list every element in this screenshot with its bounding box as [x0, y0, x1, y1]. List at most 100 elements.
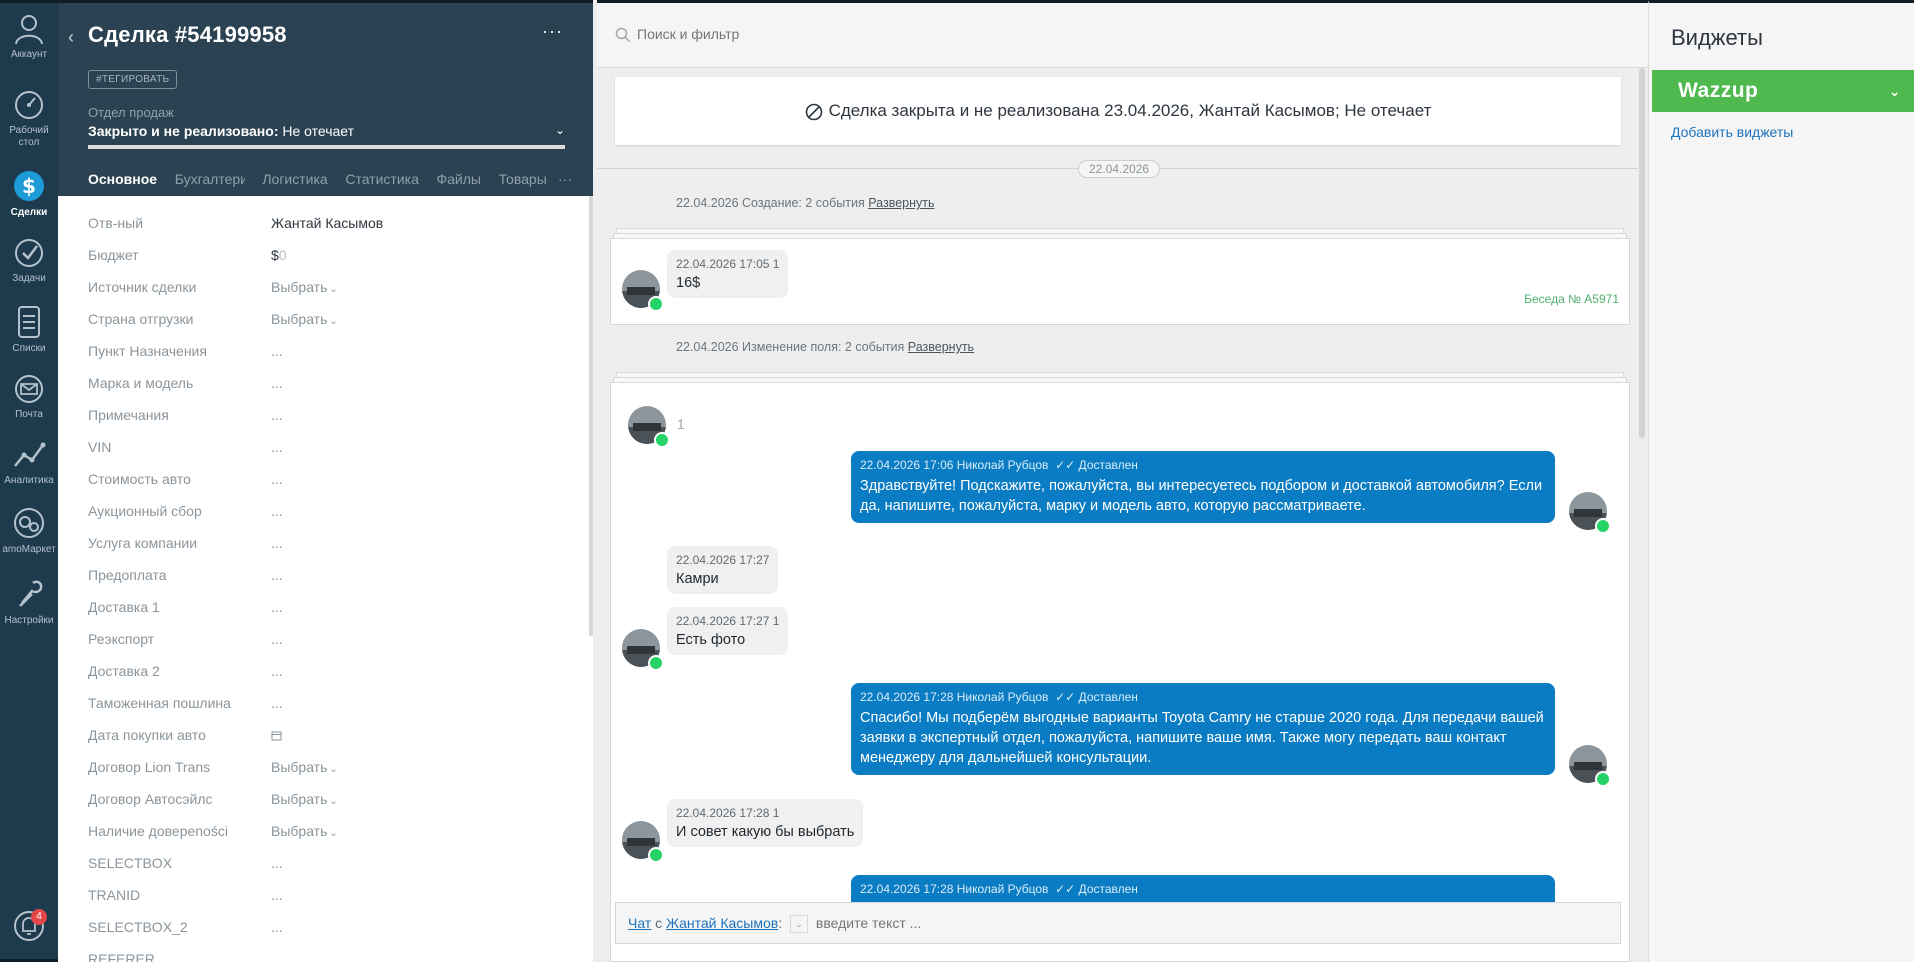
field-value[interactable]: ... — [271, 599, 283, 615]
pipeline-label: Отдел продаж — [88, 105, 174, 120]
conversation-link[interactable]: Беседа № A5971 — [1524, 292, 1619, 306]
chevron-down-icon[interactable]: ⌄ — [790, 915, 809, 934]
field-row: Источник сделки Выбрать ⌄ — [88, 279, 568, 311]
tab-logistics[interactable]: Логистика — [262, 171, 327, 199]
add-widgets-link[interactable]: Добавить виджеты — [1671, 124, 1793, 140]
tab-products[interactable]: Товары — [499, 171, 547, 199]
field-value[interactable]: Выбрать ⌄ — [271, 791, 338, 807]
message-meta: 22.04.2026 17:27 — [676, 553, 770, 567]
event-group-note: 22.04.2026 Изменение поля: 2 события Раз… — [676, 340, 974, 354]
nav-tasks[interactable]: Задачи — [0, 237, 58, 285]
status-selector[interactable]: Закрыто и не реализовано: Не отечает ⌄ — [88, 123, 565, 139]
field-value[interactable]: Выбрать ⌄ — [271, 759, 338, 775]
field-value[interactable]: Выбрать ⌄ — [271, 279, 338, 295]
event-group-note: 22.04.2026 Создание: 2 события Развернут… — [676, 196, 935, 210]
field-value[interactable]: ... — [271, 343, 283, 359]
chevron-down-icon: ⌄ — [329, 316, 338, 327]
market-icon — [14, 508, 44, 538]
field-value[interactable]: Жантай Касымов — [271, 215, 383, 231]
client-avatar[interactable] — [627, 405, 670, 448]
back-arrow-icon[interactable]: ‹ — [68, 27, 74, 48]
nav-label: Задачи — [12, 273, 46, 284]
tab-statistics[interactable]: Статистика — [345, 171, 419, 199]
client-avatar[interactable] — [621, 269, 664, 312]
expand-link[interactable]: Развернуть — [908, 340, 974, 354]
select-value: Выбрать — [271, 759, 328, 775]
nav-notifications[interactable]: 4 — [0, 909, 58, 947]
tag-button[interactable]: #ТЕГИРОВАТЬ — [88, 70, 178, 89]
field-value[interactable] — [271, 727, 282, 744]
field-value[interactable]: ... — [271, 407, 283, 423]
nav-label: Сделки — [10, 207, 48, 218]
more-menu-icon[interactable]: ··· — [542, 21, 563, 42]
deals-icon: $ — [14, 171, 44, 201]
nav-mail[interactable]: Почта — [0, 373, 58, 421]
field-row: Бюджет $0 — [88, 247, 568, 279]
wazzup-widget[interactable]: Wazzup ⌄ — [1652, 70, 1914, 112]
field-value[interactable]: ... — [271, 567, 283, 583]
field-value[interactable]: ... — [271, 887, 283, 903]
feed-scrollbar[interactable] — [1639, 68, 1645, 438]
tab-accounting[interactable]: Бухгалтерия — [175, 171, 245, 199]
nav-label: Аккаунт — [10, 49, 48, 60]
chevron-down-icon: ⌄ — [329, 764, 338, 775]
field-value[interactable]: $0 — [271, 247, 287, 263]
svg-text:$: $ — [22, 174, 36, 198]
field-label: Марка и модель — [88, 375, 194, 391]
field-row: REFERER — [88, 951, 568, 962]
field-value[interactable]: ... — [271, 471, 283, 487]
tab-main[interactable]: Основное — [88, 171, 158, 199]
field-value[interactable]: ... — [271, 695, 283, 711]
field-label: Договор Автосэйлс — [88, 791, 213, 807]
event-group-text: 22.04.2026 Изменение поля: 2 события — [676, 340, 905, 354]
field-label: Стоимость авто — [88, 471, 191, 487]
budget-value: 0 — [278, 247, 287, 263]
settings-icon — [19, 580, 43, 607]
deal-title[interactable]: Сделка #54199958 — [88, 22, 287, 48]
nav-settings[interactable]: Настройки — [0, 577, 58, 627]
chevron-down-icon: ⌄ — [329, 284, 338, 295]
field-row: Дата покупки авто — [88, 727, 568, 759]
manager-avatar[interactable] — [1568, 491, 1611, 534]
field-label: SELECTBOX_2 — [88, 919, 188, 935]
wazzup-label: Wazzup — [1678, 79, 1759, 102]
manager-avatar[interactable] — [1568, 744, 1611, 787]
field-value[interactable]: ... — [271, 631, 283, 647]
field-row: TRANID... — [88, 887, 568, 919]
field-value[interactable]: ... — [271, 855, 283, 871]
search-input[interactable] — [637, 26, 1037, 42]
nav-deals[interactable]: $ Сделки — [0, 169, 58, 219]
field-row: SELECTBOX... — [88, 855, 568, 887]
nav-analytics[interactable]: Аналитика — [0, 439, 58, 487]
field-value[interactable]: ... — [271, 535, 283, 551]
incoming-bubble: 22.04.2026 17:27 1 Есть фото — [667, 607, 789, 655]
nav-dashboard[interactable]: Рабочий стол — [0, 89, 58, 149]
nav-account[interactable]: Аккаунт — [0, 11, 58, 61]
field-value[interactable]: Выбрать ⌄ — [271, 311, 338, 327]
nav-market[interactable]: amoМаркет — [0, 506, 58, 556]
field-value[interactable]: ... — [271, 503, 283, 519]
mail-icon — [15, 375, 43, 403]
field-value[interactable]: ... — [271, 919, 283, 935]
message-input[interactable] — [815, 915, 1116, 931]
outgoing-bubble: 22.04.2026 17:06 Николай Рубцов ✓✓ Доста… — [851, 451, 1555, 523]
field-label: Бюджет — [88, 247, 139, 263]
whatsapp-icon — [648, 296, 664, 312]
client-avatar[interactable] — [621, 628, 664, 671]
nav-label: Рабочий стол — [9, 125, 49, 148]
tab-files[interactable]: Файлы — [436, 171, 480, 199]
field-value[interactable]: ... — [271, 439, 283, 455]
field-label: Дата покупки авто — [88, 727, 206, 743]
field-row: SELECTBOX_2... — [88, 919, 568, 951]
expand-link[interactable]: Развернуть — [868, 196, 934, 210]
nav-lists[interactable]: Списки — [0, 305, 58, 355]
field-value[interactable]: ... — [271, 663, 283, 679]
calendar-icon — [271, 731, 282, 741]
chevron-down-icon: ⌄ — [1888, 83, 1901, 99]
field-value[interactable]: Выбрать ⌄ — [271, 823, 338, 839]
field-value[interactable]: ... — [271, 375, 283, 391]
chat-contact-link[interactable]: Жантай Касымов — [666, 915, 778, 931]
chat-type-link[interactable]: Чат — [628, 915, 651, 931]
client-avatar[interactable] — [621, 820, 664, 863]
tabs-more-icon[interactable]: ··· — [558, 171, 572, 187]
